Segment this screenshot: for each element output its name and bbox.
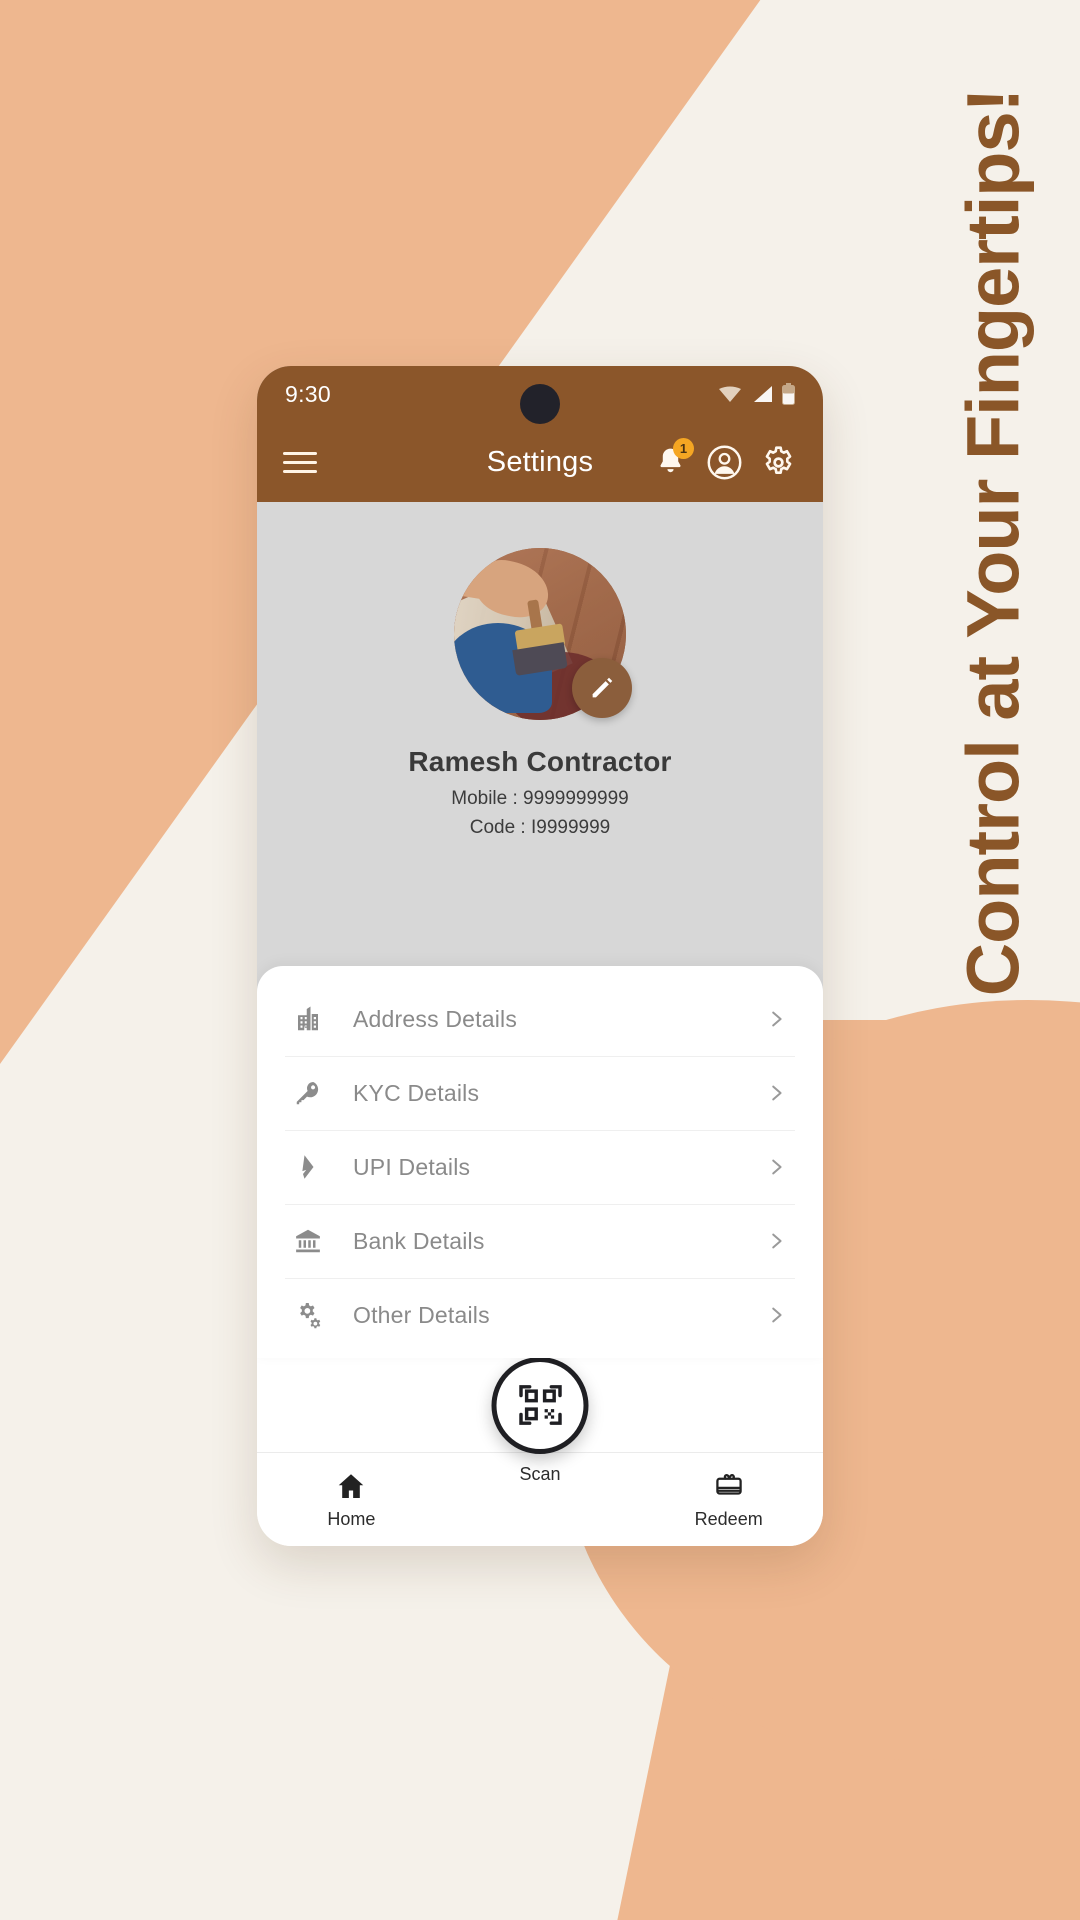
profile-code: Code : I9999999 bbox=[469, 817, 611, 838]
key-icon bbox=[285, 1078, 331, 1108]
list-item-kyc-details[interactable]: KYC Details bbox=[257, 1056, 823, 1130]
nav-item-home[interactable]: Home bbox=[257, 1470, 446, 1530]
settings-list-card: Address Details KYC Details UPI Details … bbox=[257, 966, 823, 1358]
profile-mobile: Mobile : 9999999999 bbox=[451, 788, 629, 809]
list-item-other-details[interactable]: Other Details bbox=[257, 1278, 823, 1352]
app-bar-actions: 1 bbox=[652, 437, 797, 481]
chevron-right-icon bbox=[765, 1156, 787, 1178]
app-bar: 9:30 Settings 1 bbox=[257, 366, 823, 502]
qr-scan-icon bbox=[518, 1385, 562, 1425]
list-item-label: Other Details bbox=[353, 1301, 490, 1328]
nav-label: Home bbox=[327, 1508, 376, 1529]
signal-icon bbox=[754, 386, 772, 402]
upi-arrow-icon bbox=[285, 1152, 331, 1182]
gear-icon[interactable] bbox=[760, 444, 797, 481]
bottom-navigation: Home Scan Redeem bbox=[257, 1356, 823, 1546]
status-bar: 9:30 bbox=[257, 366, 823, 424]
phone-mockup: 9:30 Settings 1 Ramesh Contractor Mobile… bbox=[257, 366, 823, 1546]
nav-label: Scan bbox=[519, 1463, 561, 1484]
hamburger-icon[interactable] bbox=[283, 451, 317, 473]
home-icon bbox=[339, 1473, 364, 1498]
gift-card-icon bbox=[715, 1473, 742, 1495]
list-item-label: KYC Details bbox=[353, 1079, 480, 1106]
edit-avatar-button[interactable] bbox=[572, 658, 632, 718]
status-time: 9:30 bbox=[285, 380, 331, 407]
profile-section: Ramesh Contractor Mobile : 9999999999 Co… bbox=[257, 502, 823, 1014]
scan-fab[interactable] bbox=[491, 1356, 589, 1454]
camera-punch-hole bbox=[520, 384, 560, 424]
promo-headline: Control at Your Fingertips! bbox=[951, 88, 1035, 997]
notification-bell-icon[interactable]: 1 bbox=[652, 437, 694, 481]
promo-headline-container: Control at Your Fingertips! bbox=[918, 0, 1068, 1920]
list-item-address-details[interactable]: Address Details bbox=[257, 982, 823, 1056]
list-item-label: UPI Details bbox=[353, 1153, 471, 1180]
top-bar: Settings 1 bbox=[257, 422, 823, 502]
avatar-container bbox=[454, 548, 632, 720]
nav-item-redeem[interactable]: Redeem bbox=[634, 1470, 823, 1530]
status-icons bbox=[718, 383, 795, 405]
notification-badge: 1 bbox=[673, 437, 694, 459]
list-item-upi-details[interactable]: UPI Details bbox=[257, 1130, 823, 1204]
battery-icon bbox=[782, 383, 795, 405]
chevron-right-icon bbox=[765, 1230, 787, 1252]
wifi-icon bbox=[719, 386, 741, 402]
user-avatar-icon[interactable] bbox=[706, 444, 743, 481]
profile-name: Ramesh Contractor bbox=[408, 746, 672, 777]
bank-icon bbox=[285, 1226, 331, 1256]
chevron-right-icon bbox=[765, 1304, 787, 1326]
chevron-right-icon bbox=[765, 1008, 787, 1030]
chevron-right-icon bbox=[765, 1082, 787, 1104]
pencil-icon bbox=[592, 677, 613, 698]
nav-label: Redeem bbox=[694, 1508, 763, 1529]
list-item-label: Address Details bbox=[353, 1005, 518, 1032]
gears-icon bbox=[285, 1300, 331, 1330]
building-icon bbox=[285, 1004, 331, 1034]
list-item-bank-details[interactable]: Bank Details bbox=[257, 1204, 823, 1278]
list-item-label: Bank Details bbox=[353, 1227, 485, 1254]
